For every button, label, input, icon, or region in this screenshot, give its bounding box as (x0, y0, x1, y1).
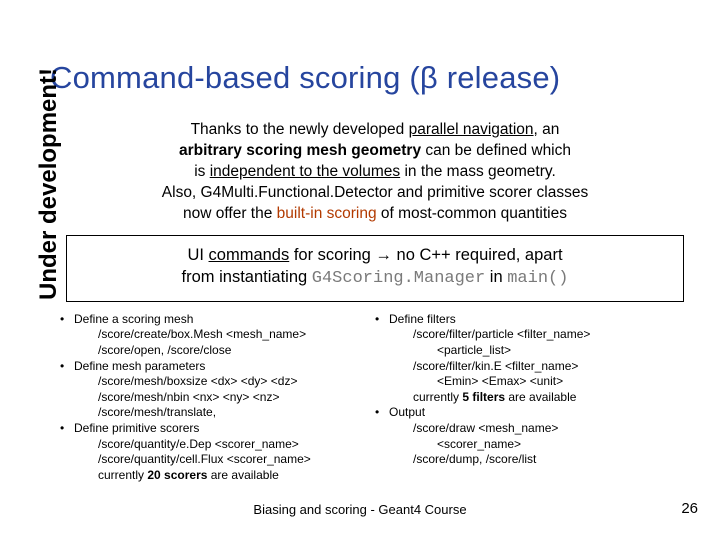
t: Define primitive scorers (74, 421, 375, 437)
code: main() (507, 269, 568, 288)
t: /score/mesh/nbin <nx> <ny> <nz> (74, 390, 375, 406)
bullet-icon: • (375, 405, 389, 467)
slide: Command-based scoring (β release) Under … (0, 0, 720, 540)
t: <Emin> <Emax> <unit> (389, 374, 690, 390)
bullet-icon: • (60, 359, 74, 421)
t: in (485, 268, 507, 286)
t: is (194, 163, 210, 180)
t: parallel navigation (409, 121, 534, 138)
t: can be defined which (421, 142, 571, 159)
t: /score/dump, /score/list (389, 452, 690, 468)
t: independent to the volumes (210, 163, 400, 180)
t: /score/quantity/e.Dep <scorer_name> (74, 437, 375, 453)
lists: • Define a scoring mesh /score/create/bo… (60, 312, 690, 484)
list-item: • Output /score/draw <mesh_name> <scorer… (375, 405, 690, 467)
sidebar-label: Under development! (35, 68, 63, 300)
t: of most-common quantities (377, 205, 567, 222)
t: built-in scoring (277, 205, 377, 222)
right-column: • Define filters /score/filter/particle … (375, 312, 690, 484)
t: Define a scoring mesh (74, 312, 375, 328)
page-number: 26 (681, 500, 698, 517)
t: arbitrary scoring mesh geometry (179, 142, 421, 159)
page-title: Command-based scoring (β release) (50, 60, 690, 96)
t: Also, G4Multi.Functional.Detector and pr… (162, 184, 588, 201)
t: currently 20 scorers are available (74, 468, 375, 484)
list-item: • Define filters /score/filter/particle … (375, 312, 690, 406)
t: /score/mesh/translate, (74, 405, 375, 421)
callout-box: UI commands for scoring → no C++ require… (66, 235, 684, 302)
t: from instantiating (182, 268, 312, 286)
t: <particle_list> (389, 343, 690, 359)
content: Thanks to the newly developed parallel n… (60, 120, 690, 483)
t: /score/filter/particle <filter_name> (389, 327, 690, 343)
t: in the mass geometry. (400, 163, 556, 180)
bullet-icon: • (60, 312, 74, 359)
t: currently 5 filters are available (389, 390, 690, 406)
t: , an (534, 121, 560, 138)
t: Define filters (389, 312, 690, 328)
t: /score/filter/kin.E <filter_name> (389, 359, 690, 375)
intro-paragraph: Thanks to the newly developed parallel n… (60, 120, 690, 225)
t: Thanks to the newly developed (191, 121, 409, 138)
bullet-icon: • (375, 312, 389, 406)
t: Output (389, 405, 690, 421)
t: for scoring → no C++ required, apart (289, 246, 562, 264)
list-item: • Define a scoring mesh /score/create/bo… (60, 312, 375, 359)
t: /score/draw <mesh_name> (389, 421, 690, 437)
t: /score/open, /score/close (74, 343, 375, 359)
list-item: • Define primitive scorers /score/quanti… (60, 421, 375, 483)
t: commands (209, 246, 290, 264)
t: now offer the (183, 205, 277, 222)
code: G4Scoring.Manager (312, 269, 485, 288)
t: <scorer_name> (389, 437, 690, 453)
t: UI (187, 246, 208, 264)
t: /score/mesh/boxsize <dx> <dy> <dz> (74, 374, 375, 390)
t: Define mesh parameters (74, 359, 375, 375)
left-column: • Define a scoring mesh /score/create/bo… (60, 312, 375, 484)
footer-text: Biasing and scoring - Geant4 Course (0, 502, 720, 517)
t: /score/quantity/cell.Flux <scorer_name> (74, 452, 375, 468)
t: /score/create/box.Mesh <mesh_name> (74, 327, 375, 343)
list-item: • Define mesh parameters /score/mesh/box… (60, 359, 375, 421)
bullet-icon: • (60, 421, 74, 483)
